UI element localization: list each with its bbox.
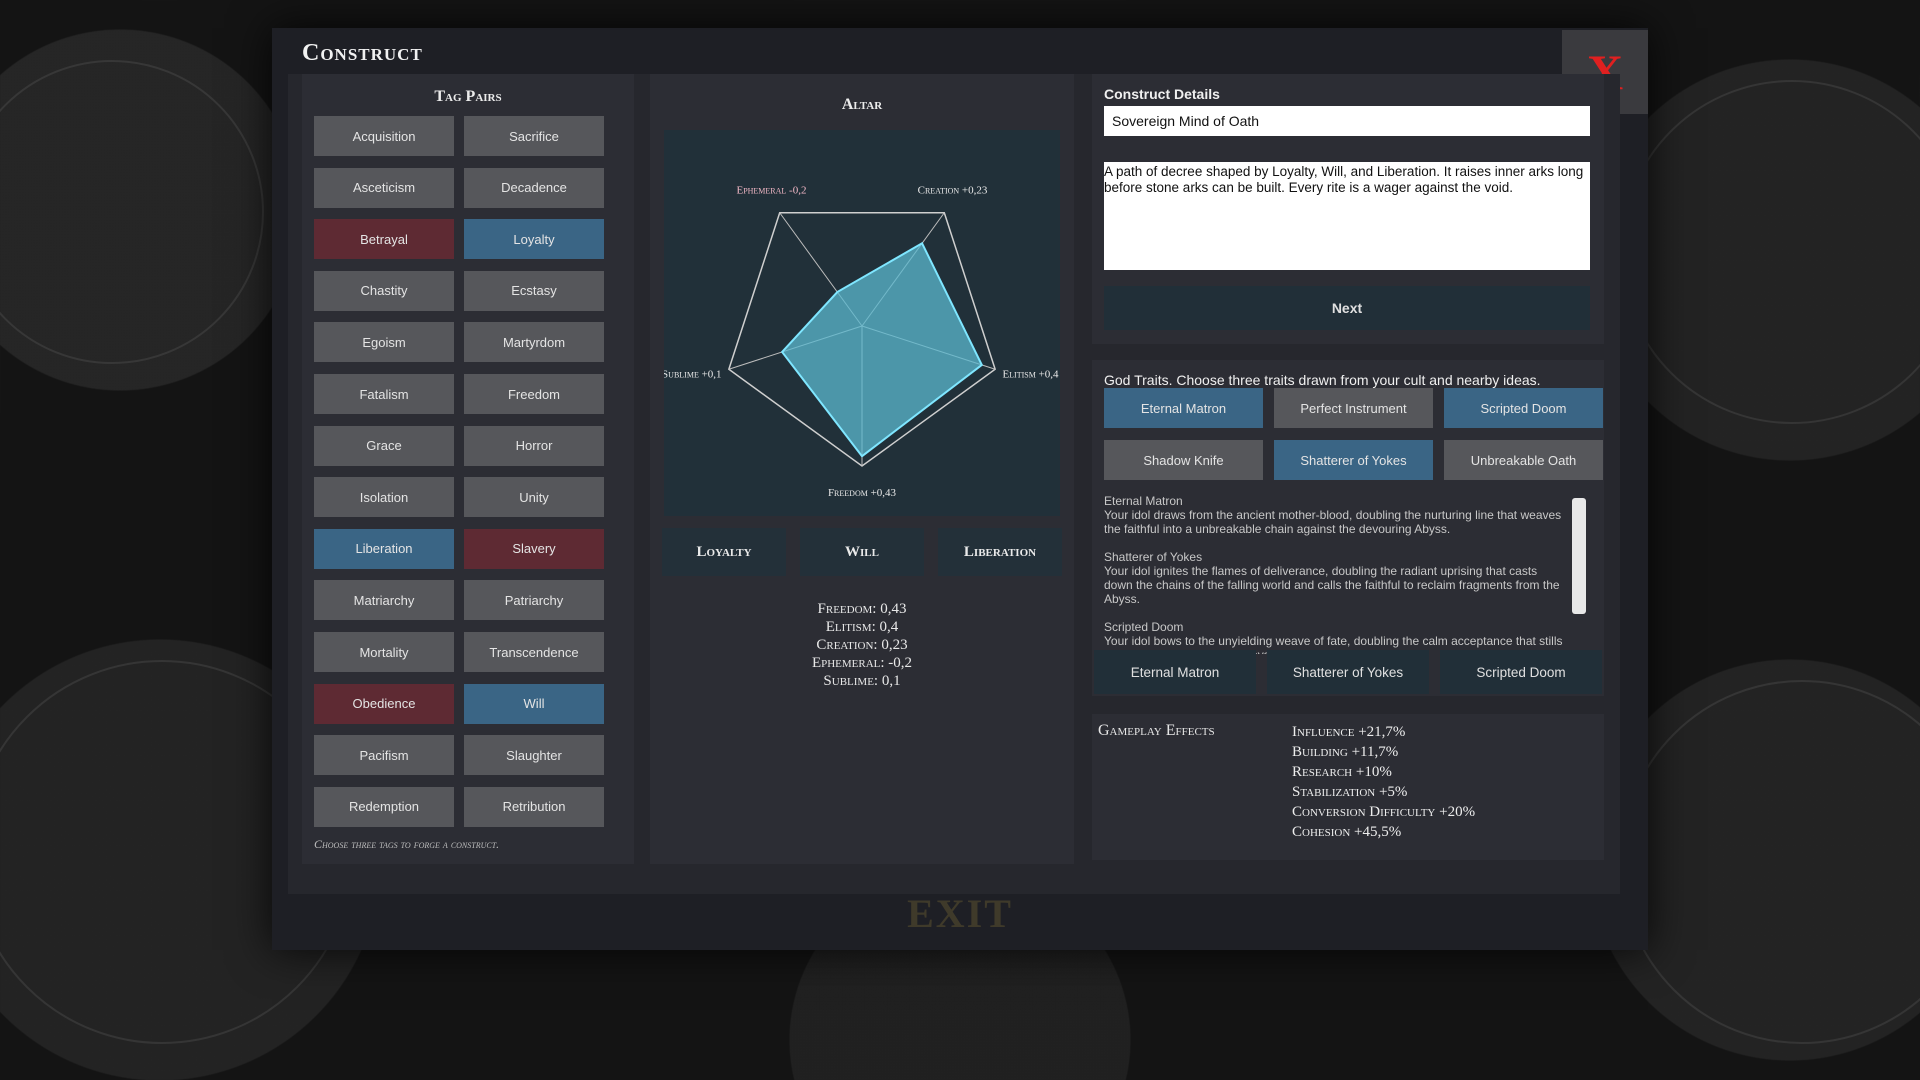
radar-label-creation: Creation +0,23 (918, 184, 988, 196)
background-rune-circle (0, 60, 264, 364)
radar-label-freedom: Freedom +0,43 (828, 487, 897, 499)
gameplay-effects-label: Gameplay Effects (1098, 722, 1215, 739)
stat-sublime: Sublime: 0,1 (823, 673, 901, 689)
tag-betrayal-button[interactable]: Betrayal (314, 219, 454, 260)
altar-title: Altar (841, 96, 883, 113)
tag-decadence-button[interactable]: Decadence (464, 167, 604, 208)
trait-description-list: Eternal Matron Your idol draws from the a… (1104, 494, 1590, 654)
tag-redemption-button[interactable]: Redemption (314, 786, 454, 827)
tag-egoism-button[interactable]: Egoism (314, 322, 454, 363)
tag-slavery-button[interactable]: Slavery (464, 528, 604, 569)
chosen-trait-2[interactable]: Shatterer of Yokes (1267, 650, 1429, 694)
trait-scripted-doom-button[interactable]: Scripted Doom (1444, 388, 1603, 428)
trait-shadow-knife-button[interactable]: Shadow Knife (1104, 440, 1263, 480)
trait-unbreakable-oath-button[interactable]: Unbreakable Oath (1444, 440, 1603, 480)
tag-acquisition-button[interactable]: Acquisition (314, 116, 454, 156)
tag-ecstasy-button[interactable]: Ecstasy (464, 270, 604, 311)
tag-liberation-button[interactable]: Liberation (314, 528, 454, 569)
stat-freedom: Freedom: 0,43 (817, 601, 907, 617)
radar-value-area (780, 241, 984, 458)
altar-stats: Freedom: 0,43 Elitism: 0,4 Creation: 0,2… (650, 600, 1074, 690)
background-rune-circle (1620, 80, 1920, 424)
trait-description-title: Shatterer of Yokes (1104, 550, 1203, 564)
altar-button-loyalty[interactable]: Loyalty (662, 528, 786, 576)
effect-cohesion: Cohesion +45,5% (1292, 824, 1402, 840)
trait-description-body: Your idol draws from the ancient mother-… (1104, 508, 1562, 536)
construct-content: Tag Pairs Acquisition Sacrifice Asceticism… (288, 74, 1620, 894)
tag-slaughter-button[interactable]: Slaughter (464, 735, 604, 776)
tag-retribution-button[interactable]: Retribution (464, 786, 604, 827)
stat-ephemeral: Ephemeral: -0,2 (811, 655, 913, 671)
next-button[interactable]: Next (1104, 286, 1590, 330)
altar-button-will[interactable]: Will (800, 528, 924, 576)
trait-shatterer-of-yokes-button[interactable]: Shatterer of Yokes (1274, 440, 1433, 480)
god-traits-panel: God Traits. Choose three traits drawn fr… (1092, 360, 1604, 696)
effect-building: Building +11,7% (1292, 744, 1399, 760)
trait-descriptions-scrollbar[interactable] (1572, 498, 1586, 614)
tag-sacrifice-button[interactable]: Sacrifice (464, 116, 604, 156)
trait-description-body: Your idol ignites the flames of delivera… (1104, 564, 1560, 606)
altar-button-liberation[interactable]: Liberation (938, 528, 1062, 576)
effect-stabilization: Stabilization +5% (1292, 784, 1408, 800)
chosen-trait-3[interactable]: Scripted Doom (1440, 650, 1602, 694)
construct-description-input[interactable]: A path of decree shaped by Loyalty, Will… (1104, 162, 1590, 270)
trait-perfect-instrument-button[interactable]: Perfect Instrument (1274, 388, 1433, 428)
tag-matriarchy-button[interactable]: Matriarchy (314, 580, 454, 621)
tag-patriarchy-button[interactable]: Patriarchy (464, 580, 604, 621)
tag-grace-button[interactable]: Grace (314, 425, 454, 466)
tag-will-button[interactable]: Will (464, 683, 604, 724)
gameplay-effects-panel: Gameplay Effects Influence +21,7% Buildi… (1092, 714, 1604, 860)
tag-pairs-hint: Choose three tags to forge a construct. (314, 837, 500, 851)
trait-eternal-matron-button[interactable]: Eternal Matron (1104, 388, 1263, 428)
background-rune-circle (1620, 680, 1920, 1044)
construct-details-panel: Construct Details A path of decree shape… (1092, 74, 1604, 344)
construct-window: Construct X Tag Pairs Acquisition Sacrifi… (272, 28, 1648, 950)
effect-conversion-difficulty: Conversion Difficulty +20% (1292, 804, 1476, 820)
tag-pairs-title: Tag Pairs (434, 88, 502, 105)
trait-descriptions[interactable]: Eternal Matron Your idol draws from the a… (1104, 494, 1590, 654)
stat-elitism: Elitism: 0,4 (825, 619, 899, 635)
tag-transcendence-button[interactable]: Transcendence (464, 632, 604, 672)
tag-unity-button[interactable]: Unity (464, 477, 604, 518)
tag-martyrdom-button[interactable]: Martyrdom (464, 322, 604, 363)
tag-asceticism-button[interactable]: Asceticism (314, 167, 454, 208)
effect-influence: Influence +21,7% (1292, 724, 1406, 740)
stat-creation: Creation: 0,23 (816, 637, 908, 653)
gameplay-effects-list: Influence +21,7% Building +11,7% Researc… (1292, 722, 1475, 842)
construct-name-input[interactable] (1104, 106, 1590, 136)
tag-isolation-button[interactable]: Isolation (314, 477, 454, 518)
effect-research: Research +10% (1292, 764, 1392, 780)
tag-chastity-button[interactable]: Chastity (314, 270, 454, 311)
chosen-trait-1[interactable]: Eternal Matron (1094, 650, 1256, 694)
radar-label-ephemeral: Ephemeral -0,2 (736, 184, 806, 196)
tag-fatalism-button[interactable]: Fatalism (314, 374, 454, 414)
radar-label-elitism: Elitism +0,4 (1002, 369, 1059, 381)
god-traits-header: God Traits. Choose three traits drawn fr… (1104, 372, 1541, 388)
tag-pairs-panel: Tag Pairs Acquisition Sacrifice Asceticism… (302, 74, 634, 864)
construct-details-label: Construct Details (1104, 86, 1220, 102)
tag-horror-button[interactable]: Horror (464, 425, 604, 466)
radar-label-sublime: Sublime +0,1 (664, 369, 722, 381)
tag-mortality-button[interactable]: Mortality (314, 632, 454, 672)
trait-description-title: Scripted Doom (1104, 620, 1184, 634)
tag-freedom-button[interactable]: Freedom (464, 374, 604, 414)
exit-button[interactable]: EXIT (272, 890, 1648, 937)
tag-loyalty-button[interactable]: Loyalty (464, 219, 604, 260)
tag-obedience-button[interactable]: Obedience (314, 683, 454, 724)
trait-description-title: Eternal Matron (1104, 494, 1183, 508)
window-title: Construct (302, 40, 423, 66)
radar-chart: Creation +0,23 Elitism +0,4 Freedom +0,43 S… (662, 130, 1060, 516)
altar-panel: Altar Creation +0,23 Elitism +0,4 Freedom … (650, 74, 1074, 864)
radar-svg: Creation +0,23 Elitism +0,4 Freedom +0,43 S… (662, 184, 1059, 499)
tag-pacifism-button[interactable]: Pacifism (314, 735, 454, 776)
